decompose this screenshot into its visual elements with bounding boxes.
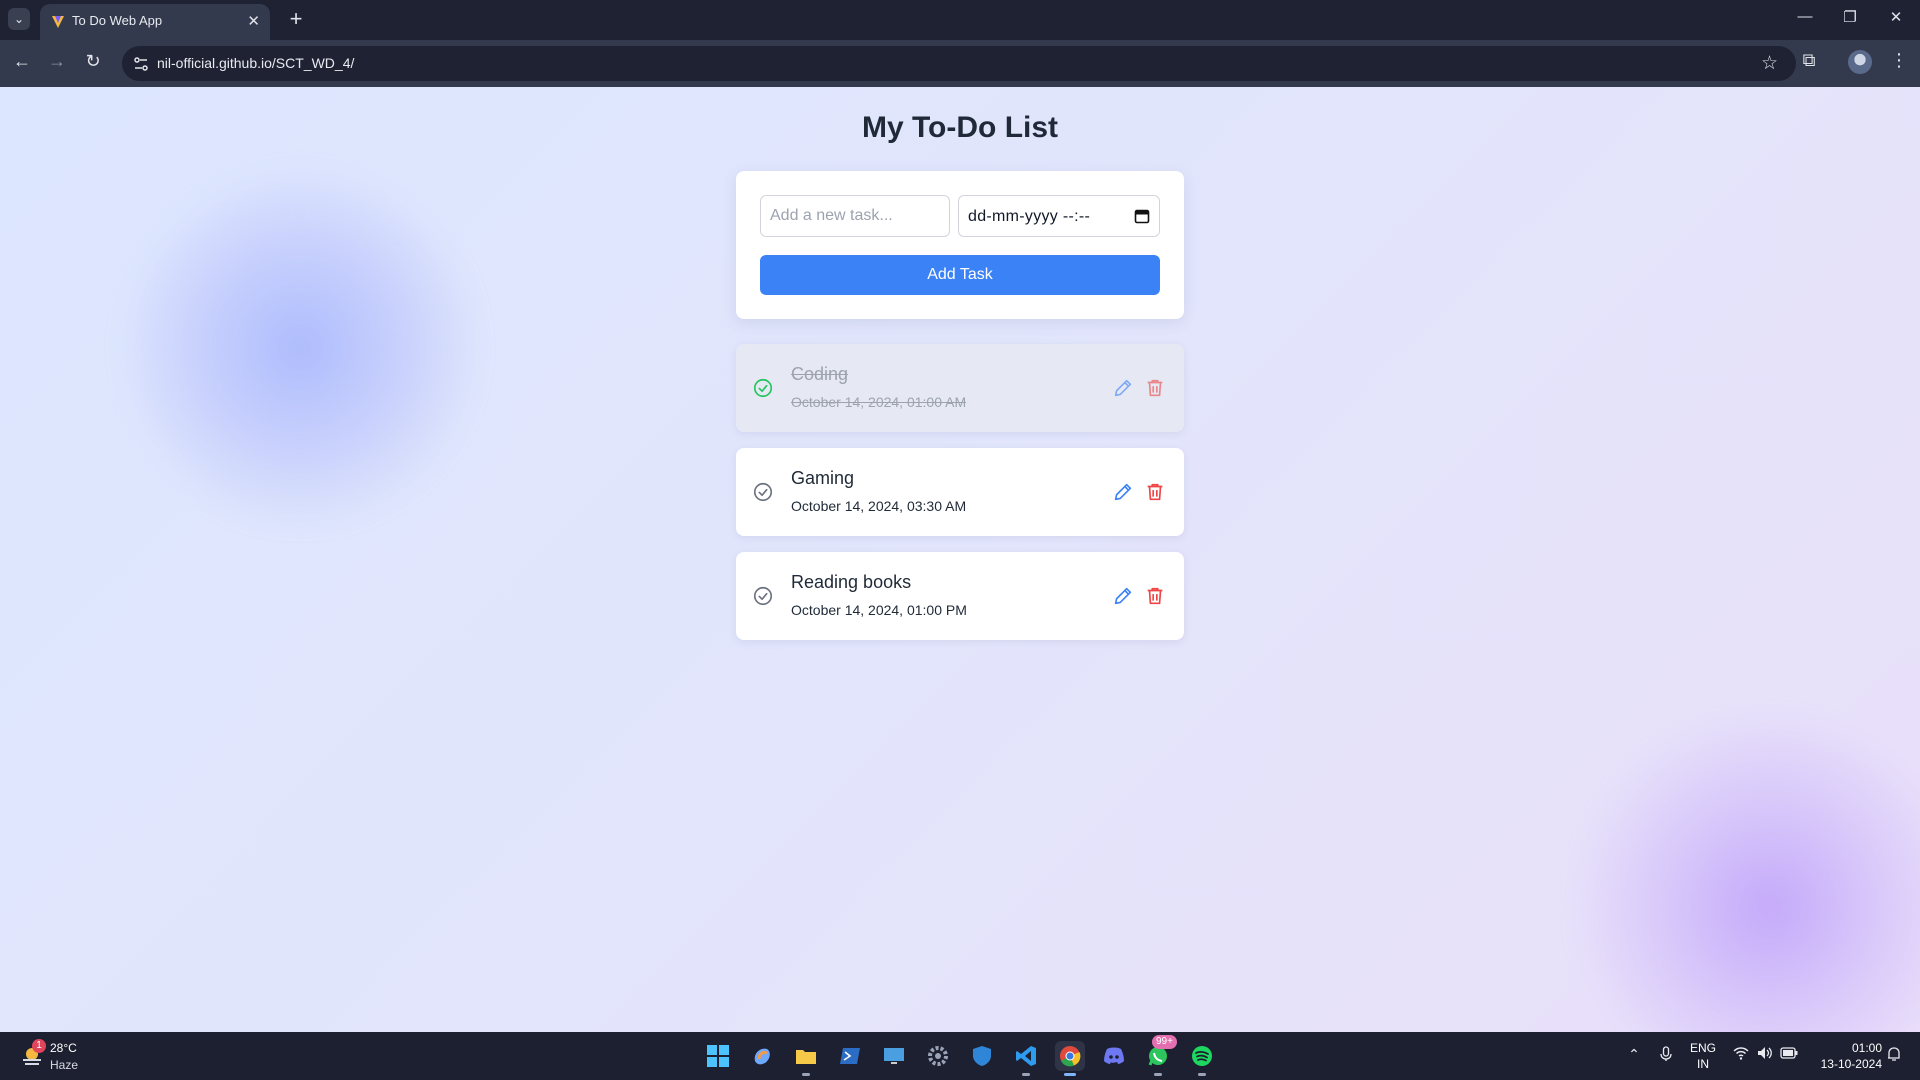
task-name: Coding: [791, 364, 849, 384]
datetime-placeholder: dd-mm-yyyy --:--: [968, 208, 1091, 225]
show-hidden-icons-chevron-icon[interactable]: ⌃: [1624, 1046, 1644, 1063]
clock-date[interactable]: 13-10-2024: [1802, 1057, 1882, 1071]
page-title: My To-Do List: [861, 111, 1059, 144]
notifications-bell-icon[interactable]: [1884, 1046, 1904, 1065]
task-name: Gaming: [791, 468, 855, 488]
minimize-button[interactable]: —: [1785, 8, 1825, 25]
task-name: Reading books: [791, 572, 912, 592]
battery-icon[interactable]: [1779, 1046, 1799, 1062]
url-text[interactable]: nil-official.github.io/SCT_WD_4/: [157, 55, 354, 71]
task-item: Reading books October 14, 2024, 01:00 PM: [736, 552, 1184, 640]
close-window-button[interactable]: ✕: [1876, 8, 1916, 26]
add-task-form: dd-mm-yyyy --:-- Add Task: [736, 171, 1184, 319]
delete-trash-icon[interactable]: [1144, 585, 1166, 607]
forward-button[interactable]: →: [45, 51, 69, 72]
new-tab-button[interactable]: +: [284, 6, 308, 32]
discord-icon[interactable]: [1099, 1041, 1129, 1071]
windows-taskbar: 1 28°C Haze 99+ ⌃ ENG IN 01:00 13-10-202…: [0, 1032, 1920, 1080]
spotify-icon[interactable]: [1187, 1041, 1217, 1076]
whatsapp-unread-badge: 99+: [1152, 1035, 1177, 1049]
extensions-icon[interactable]: ⧉: [1796, 50, 1822, 71]
check-circle-icon[interactable]: [752, 585, 774, 607]
task-datetime: October 14, 2024, 01:00 PM: [791, 602, 967, 618]
bookmark-star-icon[interactable]: ☆: [1761, 52, 1778, 75]
task-item: Gaming October 14, 2024, 03:30 AM: [736, 448, 1184, 536]
check-circle-icon[interactable]: [752, 377, 774, 399]
vscode-icon[interactable]: [1011, 1041, 1041, 1076]
language-indicator[interactable]: ENG: [1690, 1041, 1716, 1055]
tab-close-icon[interactable]: ✕: [247, 12, 260, 30]
copilot-icon[interactable]: [747, 1041, 777, 1071]
wifi-icon[interactable]: [1731, 1046, 1751, 1063]
reload-button[interactable]: ↻: [81, 51, 105, 72]
tab-search-button[interactable]: ⌄: [8, 8, 30, 30]
address-bar[interactable]: nil-official.github.io/SCT_WD_4/ ☆: [122, 46, 1796, 81]
calendar-icon[interactable]: [1134, 208, 1150, 224]
delete-trash-icon[interactable]: [1144, 377, 1166, 399]
edit-pencil-icon[interactable]: [1112, 585, 1134, 607]
page-viewport: My To-Do List dd-mm-yyyy --:-- Add Task …: [0, 87, 1920, 1032]
profile-avatar[interactable]: [1848, 50, 1872, 74]
edit-pencil-icon[interactable]: [1112, 481, 1134, 503]
region-indicator[interactable]: IN: [1690, 1057, 1716, 1071]
settings-icon[interactable]: [923, 1041, 953, 1071]
volume-icon[interactable]: [1755, 1046, 1775, 1063]
edit-pencil-icon[interactable]: [1112, 377, 1134, 399]
chrome-icon[interactable]: [1055, 1041, 1085, 1076]
task-item: Coding October 14, 2024, 01:00 AM: [736, 344, 1184, 432]
task-datetime: October 14, 2024, 01:00 AM: [791, 394, 967, 410]
add-task-button[interactable]: Add Task: [760, 255, 1160, 295]
background-blob: [1560, 717, 1920, 1032]
back-button[interactable]: ←: [10, 51, 34, 72]
site-info-icon[interactable]: [132, 55, 150, 73]
powershell-icon[interactable]: [835, 1041, 865, 1071]
remote-desktop-icon[interactable]: [879, 1041, 909, 1071]
weather-notification-badge: 1: [32, 1039, 46, 1053]
browser-toolbar: ← → ↻ nil-official.github.io/SCT_WD_4/ ☆…: [0, 40, 1920, 87]
clock-time[interactable]: 01:00: [1802, 1041, 1882, 1055]
start-icon[interactable]: [703, 1041, 733, 1071]
weather-condition[interactable]: Haze: [50, 1058, 78, 1072]
microphone-icon[interactable]: [1656, 1046, 1676, 1065]
task-datetime: October 14, 2024, 03:30 AM: [791, 498, 967, 514]
app-favicon-icon: [52, 16, 64, 28]
browser-tab-bar: ⌄ To Do Web App ✕ + — ❐ ✕: [0, 0, 1920, 40]
background-blob: [120, 157, 480, 537]
browser-tab[interactable]: To Do Web App ✕: [40, 4, 270, 40]
delete-trash-icon[interactable]: [1144, 481, 1166, 503]
tab-title: To Do Web App: [72, 13, 163, 28]
weather-temperature[interactable]: 28°C: [50, 1041, 77, 1055]
check-circle-icon[interactable]: [752, 481, 774, 503]
restore-button[interactable]: ❐: [1830, 8, 1870, 26]
browser-menu-icon[interactable]: ⋮: [1886, 50, 1912, 71]
file-explorer-icon[interactable]: [791, 1041, 821, 1076]
windows-security-icon[interactable]: [967, 1041, 997, 1071]
task-input[interactable]: [760, 195, 950, 237]
datetime-input[interactable]: dd-mm-yyyy --:--: [958, 195, 1160, 237]
